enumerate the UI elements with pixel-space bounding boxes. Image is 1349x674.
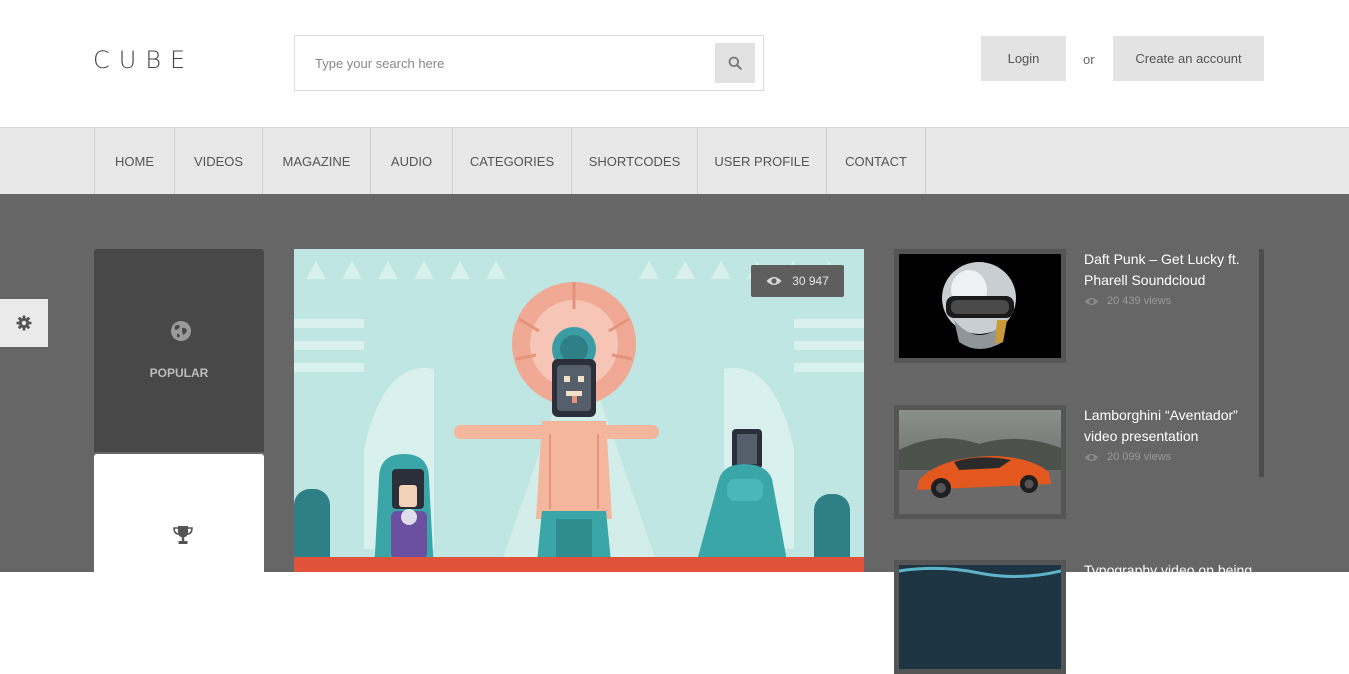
featured-video-thumbnail <box>294 249 864 572</box>
video-thumbnail[interactable] <box>894 249 1066 363</box>
search-icon <box>728 56 742 70</box>
featured-video[interactable]: 30 947 <box>294 249 864 572</box>
search-button[interactable] <box>715 43 755 83</box>
video-views: 20 439 views <box>1084 295 1171 307</box>
nav-item-home[interactable]: HOME <box>95 128 175 194</box>
video-thumbnail[interactable] <box>894 405 1066 519</box>
nav-item-categories[interactable]: CATEGORIES <box>453 128 572 194</box>
daft-punk-helmet-image <box>899 254 1061 358</box>
featured-views-badge: 30 947 <box>751 265 844 297</box>
lamborghini-car-image <box>899 410 1061 514</box>
list-item: Daft Punk – Get Lucky ft. Pharell Soundc… <box>894 249 1254 363</box>
nav-item-shortcodes[interactable]: SHORTCODES <box>572 128 698 194</box>
main-nav: HOME VIDEOS MAGAZINE AUDIO CATEGORIES SH… <box>0 127 1349 194</box>
site-header: CUBE Login or Create an account <box>0 0 1349 127</box>
nav-item-contact[interactable]: CONTACT <box>827 128 926 194</box>
video-views-count: 20 099 views <box>1107 451 1172 463</box>
tab-popular[interactable]: POPULAR <box>94 249 264 452</box>
list-item: Lamborghini “Aventador” video presentati… <box>894 405 1254 519</box>
eye-icon <box>1084 453 1099 461</box>
video-title[interactable]: Typography video on being <box>1084 560 1254 581</box>
tab-popular-label: POPULAR <box>149 366 209 380</box>
content-area: POPULAR 30 947 Daft Punk – Get Lucky ft.… <box>0 194 1349 674</box>
search-box <box>294 35 764 91</box>
list-item: Typography video on being <box>894 560 1254 674</box>
nav-item-magazine[interactable]: MAGAZINE <box>263 128 371 194</box>
settings-toggle[interactable] <box>0 299 48 347</box>
video-views-count: 20 439 views <box>1107 295 1172 307</box>
trophy-icon <box>173 526 193 544</box>
video-title[interactable]: Lamborghini “Aventador” video presentati… <box>1084 405 1254 447</box>
video-thumbnail[interactable] <box>894 560 1066 674</box>
video-views: 20 099 views <box>1084 451 1171 463</box>
typography-video-image <box>899 565 1061 669</box>
sidebar-scrollbar[interactable] <box>1259 249 1264 477</box>
eye-icon <box>1084 297 1099 305</box>
tab-top-rated[interactable] <box>94 454 264 584</box>
or-separator: or <box>1083 52 1095 67</box>
site-logo[interactable]: CUBE <box>93 46 194 74</box>
gear-icon <box>16 315 32 331</box>
nav-list: HOME VIDEOS MAGAZINE AUDIO CATEGORIES SH… <box>94 128 926 194</box>
featured-views-count: 30 947 <box>792 274 829 288</box>
video-title[interactable]: Daft Punk – Get Lucky ft. Pharell Soundc… <box>1084 249 1254 291</box>
create-account-button[interactable]: Create an account <box>1113 36 1264 81</box>
search-input[interactable] <box>295 36 705 90</box>
nav-item-audio[interactable]: AUDIO <box>371 128 453 194</box>
nav-item-videos[interactable]: VIDEOS <box>175 128 263 194</box>
login-button[interactable]: Login <box>981 36 1066 81</box>
eye-icon <box>766 277 782 285</box>
nav-item-user-profile[interactable]: USER PROFILE <box>698 128 827 194</box>
globe-icon <box>171 321 191 341</box>
